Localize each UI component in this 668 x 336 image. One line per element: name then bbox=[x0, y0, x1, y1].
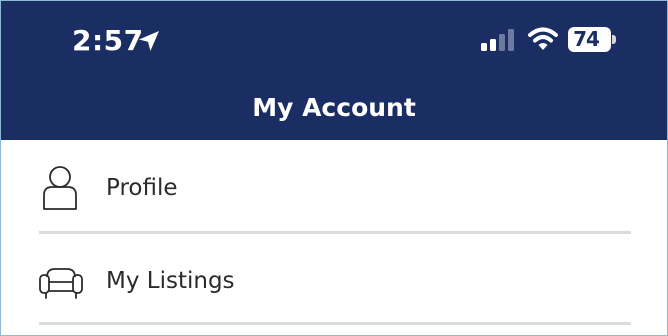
location-arrow-icon bbox=[139, 31, 159, 51]
status-time: 2:57 bbox=[72, 24, 144, 57]
battery-icon: 74 bbox=[568, 27, 616, 52]
page-title: My Account bbox=[252, 93, 416, 122]
battery-level: 74 bbox=[573, 27, 600, 51]
divider bbox=[39, 231, 631, 234]
menu-item-my-listings[interactable]: My Listings bbox=[1, 235, 667, 326]
cellular-signal-icon bbox=[481, 29, 514, 51]
menu-item-profile[interactable]: Profile bbox=[1, 142, 667, 233]
menu-item-label: Profile bbox=[106, 175, 178, 201]
app-screen: 2:57 74 My Account Profile My Listings bbox=[0, 0, 668, 336]
sofa-icon bbox=[39, 268, 83, 299]
divider bbox=[39, 322, 631, 325]
header-bar: 2:57 74 My Account bbox=[1, 1, 667, 140]
menu-item-label: My Listings bbox=[106, 268, 235, 294]
wifi-icon bbox=[528, 27, 558, 50]
person-icon bbox=[43, 166, 77, 210]
battery-tip bbox=[612, 35, 616, 44]
